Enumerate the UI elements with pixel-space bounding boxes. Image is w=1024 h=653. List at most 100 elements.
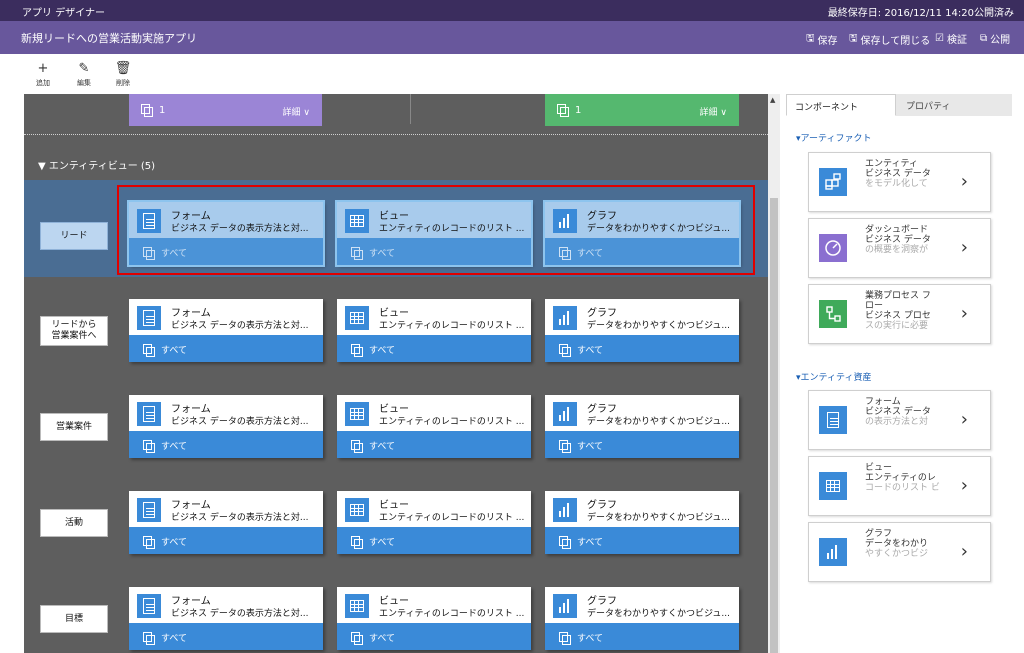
chevron-right-icon: › bbox=[960, 409, 968, 430]
process-icon bbox=[819, 300, 847, 328]
entity-view-header[interactable]: ▼ エンティティビュー (5) bbox=[38, 157, 155, 172]
pencil-icon: ✎ bbox=[78, 61, 90, 76]
component-entity[interactable]: エンティティ ビジネス データ をモデル化して › bbox=[808, 152, 991, 212]
highlight-box bbox=[117, 185, 755, 275]
panel-tabs: コンポーネント プロパティ bbox=[786, 94, 1012, 116]
view-card[interactable]: ビュー エンティティのレコードのリスト ... すべて bbox=[337, 299, 531, 362]
chevron-right-icon: › bbox=[960, 303, 968, 324]
copy-icon bbox=[559, 344, 571, 357]
chart-card[interactable]: グラフ データをわかりやすくかつビジュ... すべて bbox=[545, 491, 739, 554]
chart-icon bbox=[553, 498, 577, 522]
chart-icon bbox=[553, 306, 577, 330]
add-button[interactable]: + 追加 bbox=[31, 62, 55, 88]
view-card[interactable]: ビュー エンティティのレコードのリスト ... すべて bbox=[337, 395, 531, 458]
plus-icon: + bbox=[37, 61, 49, 76]
chevron-right-icon: › bbox=[960, 475, 968, 496]
grid-icon bbox=[819, 472, 847, 500]
entity-icon bbox=[819, 168, 847, 196]
copy-icon bbox=[351, 440, 363, 453]
form-card[interactable]: フォーム ビジネス データの表示方法と対... すべて bbox=[129, 587, 323, 650]
saved-status: 最終保存日: 2016/12/11 14:20公開済み bbox=[827, 8, 1014, 19]
component-chart[interactable]: グラフ データをわかり やすくかつビジ › bbox=[808, 522, 991, 582]
divider bbox=[410, 94, 411, 124]
grid-icon bbox=[345, 306, 369, 330]
copy-icon bbox=[143, 344, 155, 357]
app-title: 新規リードへの営業活動実施アプリ bbox=[21, 32, 197, 45]
row-label-activity[interactable]: 活動 bbox=[40, 509, 108, 537]
copy-icon bbox=[351, 344, 363, 357]
chart-icon bbox=[553, 594, 577, 618]
category-entity-assets[interactable]: ▾エンティティ資産 bbox=[796, 370, 871, 383]
grid-icon bbox=[345, 402, 369, 426]
scroll-thumb[interactable] bbox=[770, 198, 778, 653]
dotted-separator bbox=[24, 134, 768, 135]
copy-icon bbox=[557, 104, 569, 117]
row-label-lead[interactable]: リード bbox=[40, 222, 108, 250]
dashboard-icon bbox=[819, 234, 847, 262]
view-card[interactable]: ビュー エンティティのレコードのリスト ... すべて bbox=[337, 491, 531, 554]
toolbar: + 追加 ✎ 編集 🗑 削除 bbox=[0, 54, 1024, 94]
copy-icon bbox=[351, 536, 363, 549]
edit-button[interactable]: ✎ 編集 bbox=[72, 62, 96, 88]
row-label-lead-to-opportunity[interactable]: リードから 営業案件へ bbox=[40, 316, 108, 346]
grid-icon bbox=[345, 594, 369, 618]
chart-icon bbox=[553, 402, 577, 426]
form-icon bbox=[137, 306, 161, 330]
chart-card[interactable]: グラフ データをわかりやすくかつビジュ... すべて bbox=[545, 299, 739, 362]
detail-toggle[interactable]: 詳細 ∨ bbox=[283, 105, 310, 118]
save-button[interactable]: 🖫 保存 bbox=[806, 31, 838, 48]
copy-icon bbox=[143, 536, 155, 549]
copy-icon bbox=[143, 440, 155, 453]
tab-properties[interactable]: プロパティ bbox=[896, 94, 1012, 116]
save-icon: 🖫 bbox=[806, 33, 815, 44]
chevron-right-icon: › bbox=[960, 171, 968, 192]
form-icon bbox=[137, 594, 161, 618]
app-bar: 新規リードへの営業活動実施アプリ 🖫 保存 🖫 保存して閉じる ☑ 検証 ⧉ 公… bbox=[0, 21, 1024, 54]
top-card-purple[interactable]: 1 詳細 ∨ bbox=[129, 94, 322, 126]
form-icon bbox=[137, 498, 161, 522]
chevron-right-icon: › bbox=[960, 541, 968, 562]
top-card-green[interactable]: 1 詳細 ∨ bbox=[545, 94, 739, 126]
form-card[interactable]: フォーム ビジネス データの表示方法と対... すべて bbox=[129, 395, 323, 458]
copy-icon bbox=[351, 632, 363, 645]
view-card[interactable]: ビュー エンティティのレコードのリスト ... すべて bbox=[337, 587, 531, 650]
delete-button[interactable]: 🗑 削除 bbox=[111, 62, 135, 88]
form-icon bbox=[819, 406, 847, 434]
form-icon bbox=[137, 402, 161, 426]
grid-icon bbox=[345, 498, 369, 522]
canvas-scrollbar[interactable]: ▲ bbox=[768, 94, 780, 653]
chart-card[interactable]: グラフ データをわかりやすくかつビジュ... すべて bbox=[545, 587, 739, 650]
chevron-right-icon: › bbox=[960, 237, 968, 258]
tab-components[interactable]: コンポーネント bbox=[786, 94, 896, 116]
row-label-opportunity[interactable]: 営業案件 bbox=[40, 413, 108, 441]
designer-canvas[interactable]: 1 詳細 ∨ 1 詳細 ∨ ▼ エンティティビュー (5) リード リードから … bbox=[24, 94, 768, 653]
publish-button[interactable]: ⧉ 公開 bbox=[980, 31, 1010, 46]
chart-card[interactable]: グラフ データをわかりやすくかつビジュ... すべて bbox=[545, 395, 739, 458]
app-designer-label: アプリ デザイナー bbox=[22, 8, 105, 19]
component-dashboard[interactable]: ダッシュボード ビジネス データ の概要を洞察が › bbox=[808, 218, 991, 278]
copy-icon bbox=[559, 536, 571, 549]
component-business-process-flow[interactable]: 業務プロセス フロー ビジネス プロセ スの実行に必要 › bbox=[808, 284, 991, 344]
form-card[interactable]: フォーム ビジネス データの表示方法と対... すべて bbox=[129, 299, 323, 362]
save-close-icon: 🖫 bbox=[849, 33, 858, 44]
trash-icon: 🗑 bbox=[114, 61, 132, 76]
caret-down-icon: ▼ bbox=[38, 161, 46, 172]
component-panel: コンポーネント プロパティ ▾アーティファクト エンティティ ビジネス データ をモ… bbox=[786, 94, 1012, 653]
copy-icon bbox=[141, 104, 153, 117]
scroll-up-icon[interactable]: ▲ bbox=[770, 96, 775, 104]
validate-button[interactable]: ☑ 検証 bbox=[935, 31, 967, 46]
chart-icon bbox=[819, 538, 847, 566]
copy-icon bbox=[143, 632, 155, 645]
category-artifacts[interactable]: ▾アーティファクト bbox=[796, 131, 871, 144]
form-card[interactable]: フォーム ビジネス データの表示方法と対... すべて bbox=[129, 491, 323, 554]
component-form[interactable]: フォーム ビジネス データ の表示方法と対 › bbox=[808, 390, 991, 450]
publish-icon: ⧉ bbox=[980, 33, 988, 44]
top-status-bar: アプリ デザイナー 最終保存日: 2016/12/11 14:20公開済み bbox=[0, 0, 1024, 21]
detail-toggle[interactable]: 詳細 ∨ bbox=[700, 105, 727, 118]
checklist-icon: ☑ bbox=[935, 33, 944, 44]
save-close-button[interactable]: 🖫 保存して閉じる bbox=[849, 31, 930, 48]
component-view[interactable]: ビュー エンティティのレ コードのリスト ビ › bbox=[808, 456, 991, 516]
row-label-goal[interactable]: 目標 bbox=[40, 605, 108, 633]
copy-icon bbox=[559, 632, 571, 645]
copy-icon bbox=[559, 440, 571, 453]
